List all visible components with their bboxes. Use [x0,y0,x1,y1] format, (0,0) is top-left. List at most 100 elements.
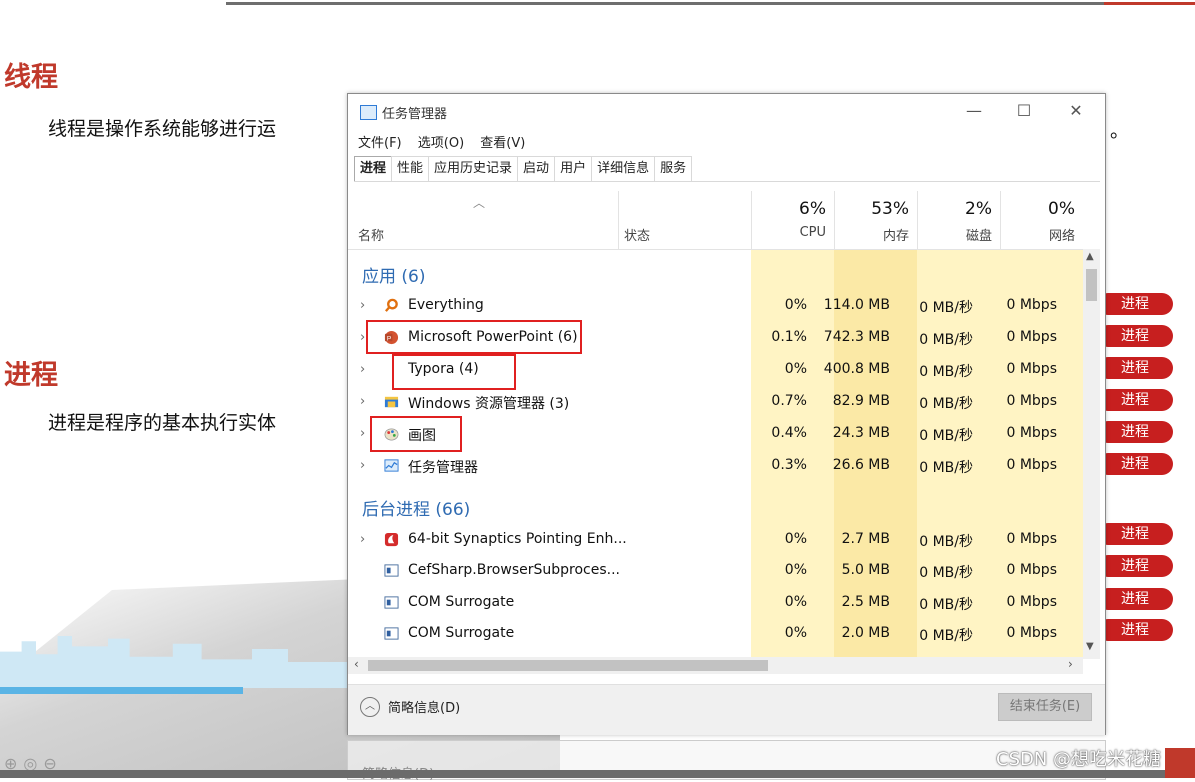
cpu-value: 0% [784,361,807,377]
network-value: 0 Mbps [1006,625,1057,641]
expand-chevron-icon[interactable]: › [360,298,365,313]
expand-chevron-icon[interactable]: › [360,458,365,473]
menu-view[interactable]: 查看(V) [480,136,525,151]
process-badge: 进程 [1097,588,1173,610]
network-value: 0 Mbps [1006,594,1057,610]
disk-value: 0 MB/秒 [919,597,973,613]
memory-value: 742.3 MB [823,329,890,345]
end-task-button[interactable]: 结束任务(E) [998,693,1092,721]
tab-users[interactable]: 用户 [554,156,593,181]
table-row[interactable]: › Windows 资源管理器 (3) 0.7% 82.9 MB 0 MB/秒 … [348,386,1083,418]
menu-bar: 文件(F) 选项(O) 查看(V) [358,132,537,152]
scroll-up-icon[interactable]: ▲ [1086,251,1094,262]
cpu-value: 0.4% [771,425,807,441]
cpu-value: 0.1% [771,329,807,345]
table-row[interactable]: COM Surrogate 0% 2.5 MB 0 MB/秒 0 Mbps [348,587,1083,619]
minimize-button[interactable]: — [954,100,994,122]
slide-top-rule [226,2,1106,5]
scroll-down-icon[interactable]: ▼ [1086,641,1094,652]
slide-red-corner [1165,748,1195,778]
network-value: 0 Mbps [1006,562,1057,578]
process-badge: 进程 [1097,453,1173,475]
memory-value: 82.9 MB [832,393,890,409]
taskmgr-icon [384,459,399,472]
network-value: 0 Mbps [1006,457,1057,473]
para-process: 进程是程序的基本执行实体 [48,412,277,434]
memory-value: 2.5 MB [841,594,890,610]
scroll-left-icon[interactable]: ‹ [354,657,359,671]
cpu-value: 0% [784,594,807,610]
maximize-button[interactable]: ☐ [1004,100,1044,122]
search-icon [384,298,398,312]
disk-value: 0 MB/秒 [919,628,973,644]
process-name: 64-bit Synaptics Pointing Enh... [408,531,627,547]
expand-chevron-icon[interactable]: › [360,426,365,441]
expand-chevron-icon[interactable]: › [360,394,365,409]
window-icon [384,627,399,640]
table-row[interactable]: CefSharp.BrowserSubproces... 0% 5.0 MB 0… [348,555,1083,587]
memory-value: 26.6 MB [832,457,890,473]
network-total: 0% [1048,199,1075,219]
network-value: 0 Mbps [1006,361,1057,377]
sort-up-icon: ︿ [473,196,486,210]
expand-chevron-icon[interactable]: › [360,532,365,547]
slide-top-accent [1104,2,1195,5]
network-value: 0 Mbps [1006,531,1057,547]
column-network-header[interactable]: 0% 网络 [1000,191,1083,249]
table-row[interactable]: › 64-bit Synaptics Pointing Enh... 0% 2.… [348,524,1083,556]
scrollbar-thumb[interactable] [368,660,768,671]
collapse-chevron-icon[interactable]: ︿ [360,697,380,717]
tab-app-history[interactable]: 应用历史记录 [428,156,519,181]
disk-value: 0 MB/秒 [919,428,973,444]
group-background-header[interactable]: 后台进程 (66) [362,495,470,520]
cpu-value: 0% [784,531,807,547]
column-disk-header[interactable]: 2% 磁盘 [917,191,1000,249]
title-bar[interactable]: 任务管理器 — ☐ ✕ [348,94,1105,128]
group-apps-header[interactable]: 应用 (6) [362,262,425,287]
memory-label: 内存 [882,229,909,244]
network-value: 0 Mbps [1006,393,1057,409]
memory-value: 5.0 MB [841,562,890,578]
column-separator [618,191,619,249]
process-name: COM Surrogate [408,625,515,641]
table-row[interactable]: › 任务管理器 0.3% 26.6 MB 0 MB/秒 0 Mbps [348,450,1083,482]
tab-divider [354,181,1100,182]
tab-performance[interactable]: 性能 [391,156,430,181]
csdn-watermark: CSDN @想吃米花糖 [996,749,1162,770]
scrollbar-thumb[interactable] [1086,269,1097,301]
scroll-right-icon[interactable]: › [1068,657,1073,671]
table-row[interactable]: COM Surrogate 0% 2.0 MB 0 MB/秒 0 Mbps [348,618,1083,650]
expand-chevron-icon[interactable]: › [360,362,365,377]
horizontal-scrollbar[interactable]: ‹ › [348,657,1083,674]
tab-details[interactable]: 详细信息 [591,156,656,181]
vertical-scrollbar[interactable]: ▲ ▼ [1083,249,1100,659]
memory-value: 2.7 MB [841,531,890,547]
synaptics-icon [384,532,399,547]
table-row[interactable]: › Everything 0% 114.0 MB 0 MB/秒 0 Mbps [348,290,1083,322]
footer-bar: ︿ 简略信息(D) 结束任务(E) [348,684,1105,735]
disk-value: 0 MB/秒 [919,460,973,476]
tab-processes[interactable]: 进程 [354,156,393,181]
process-name: Windows 资源管理器 (3) [408,396,570,412]
column-cpu-header[interactable]: 6% CPU [751,191,834,249]
column-status-header[interactable]: 状态 [624,225,650,244]
column-name-header[interactable]: 名称 [358,225,384,244]
column-memory-header[interactable]: 53% 内存 [834,191,917,249]
tab-services[interactable]: 服务 [654,156,693,181]
disk-value: 0 MB/秒 [919,565,973,581]
tab-startup[interactable]: 启动 [517,156,556,181]
disk-value: 0 MB/秒 [919,300,973,316]
menu-options[interactable]: 选项(O) [418,136,464,151]
expand-chevron-icon[interactable]: › [360,330,365,345]
cpu-value: 0.3% [771,457,807,473]
para-thread: 线程是操作系统能够进行运 [48,118,277,140]
process-badge: 进程 [1097,421,1173,443]
menu-file[interactable]: 文件(F) [358,136,402,151]
fewer-details-link[interactable]: 简略信息(D) [388,697,460,716]
task-manager-window: 任务管理器 — ☐ ✕ 文件(F) 选项(O) 查看(V) 进程 性能 应用历史… [347,93,1106,735]
memory-value: 114.0 MB [823,297,890,313]
close-button[interactable]: ✕ [1056,100,1096,122]
disk-value: 0 MB/秒 [919,396,973,412]
cpu-label: CPU [799,225,826,240]
network-label: 网络 [1048,229,1075,244]
